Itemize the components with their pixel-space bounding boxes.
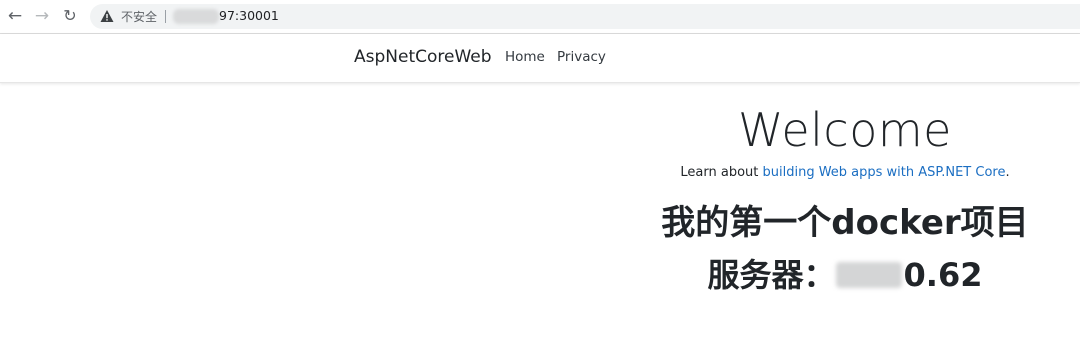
forward-arrow-icon[interactable]: →: [31, 5, 53, 27]
warning-icon[interactable]: [100, 9, 114, 23]
redacted-host: [173, 9, 219, 24]
redacted-ip: [835, 262, 902, 288]
url-text[interactable]: 97:30001: [219, 8, 279, 23]
brand-link[interactable]: AspNetCoreWeb: [354, 47, 492, 67]
server-ip: 0.62: [903, 256, 983, 294]
nav-link-privacy[interactable]: Privacy: [557, 49, 606, 65]
learn-suffix: .: [1005, 165, 1010, 180]
address-separator: [165, 10, 166, 23]
nav-link-home[interactable]: Home: [505, 49, 545, 65]
address-bar[interactable]: 不安全 97:30001: [90, 4, 1080, 29]
site-navbar: AspNetCoreWeb Home Privacy: [0, 34, 1080, 83]
back-arrow-icon[interactable]: ←: [4, 5, 26, 27]
security-status-label[interactable]: 不安全: [121, 8, 157, 25]
learn-prefix: Learn about: [680, 165, 763, 180]
server-info: 服务器： 0.62: [600, 250, 1080, 296]
aspnet-docs-link[interactable]: building Web apps with ASP.NET Core: [763, 165, 1006, 180]
reload-icon[interactable]: ↻: [59, 5, 81, 27]
project-heading: 我的第一个docker项目: [661, 203, 1029, 243]
browser-toolbar: ← → ↻ 不安全 97:30001: [0, 0, 1080, 34]
page-title: Welcome: [738, 103, 952, 157]
server-label: 服务器：: [707, 256, 836, 294]
learn-paragraph: Learn about building Web apps with ASP.N…: [600, 165, 1080, 180]
